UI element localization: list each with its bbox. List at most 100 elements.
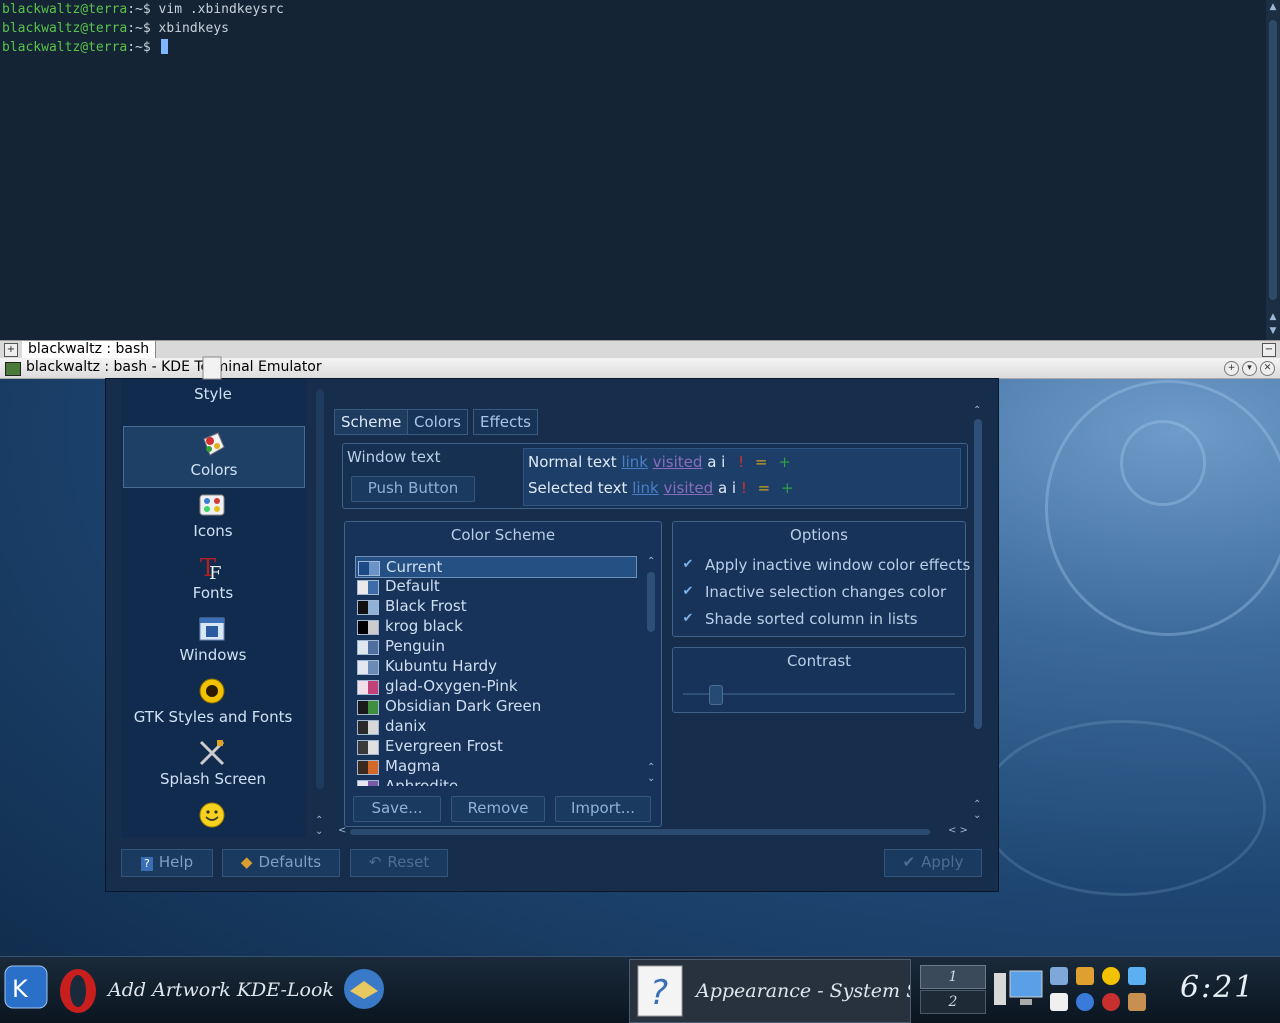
- main-horizontal-scrollbar[interactable]: [350, 829, 930, 835]
- preview-panel: Window text Push Button Normal text link…: [342, 443, 968, 509]
- import-button[interactable]: Import...: [555, 796, 651, 822]
- sidebar-item-icons[interactable]: Icons: [123, 488, 303, 548]
- color-scheme-group: Color Scheme Current Default Black Frost kr…: [344, 521, 662, 827]
- scroll-up-icon[interactable]: ▲: [1266, 312, 1280, 322]
- scroll-up-icon[interactable]: ▲: [1266, 2, 1280, 12]
- clipboard-icon[interactable]: [1050, 993, 1068, 1011]
- close-tab-icon[interactable]: −: [1262, 343, 1276, 357]
- scheme-list-scrollbar[interactable]: [647, 572, 655, 632]
- scheme-preview-icon: [358, 561, 380, 576]
- color-scheme-item[interactable]: Current: [355, 556, 637, 578]
- terminal-scrollbar[interactable]: ▲ ▲ ▼: [1266, 0, 1280, 340]
- volume-icon[interactable]: [1050, 967, 1068, 985]
- scheme-preview-icon: [357, 660, 379, 675]
- maximize-icon[interactable]: +: [1224, 361, 1239, 376]
- scheme-name: Magma: [385, 757, 441, 775]
- color-scheme-item[interactable]: danix: [355, 716, 635, 736]
- color-scheme-item[interactable]: Kubuntu Hardy: [355, 656, 635, 676]
- options-title: Options: [790, 526, 848, 544]
- color-scheme-list[interactable]: Current Default Black Frost krog black Pengu…: [345, 556, 645, 786]
- color-scheme-item[interactable]: Black Frost: [355, 596, 635, 616]
- color-scheme-item[interactable]: Evergreen Frost: [355, 736, 635, 756]
- sidebar-item-style[interactable]: Style: [123, 351, 303, 411]
- package-icon[interactable]: [1128, 993, 1146, 1011]
- alarm-icon[interactable]: [1102, 967, 1120, 985]
- globe-icon[interactable]: [1076, 993, 1094, 1011]
- color-settings-panel: Scheme Colors Effects Window text Push B…: [320, 379, 984, 837]
- scroll-up-icon[interactable]: ⌃: [973, 405, 981, 416]
- close-icon[interactable]: ✕: [1260, 361, 1275, 376]
- sidebar-item-label: Fonts: [192, 584, 234, 602]
- terminal-app-icon[interactable]: [5, 362, 21, 376]
- color-scheme-item[interactable]: Default: [355, 576, 635, 596]
- reset-button[interactable]: ↶ Reset: [350, 849, 448, 877]
- sidebar-item-windows[interactable]: Windows: [123, 612, 303, 672]
- positive-sample: +: [781, 479, 794, 497]
- wallpaper-swirl: [980, 720, 1266, 896]
- sidebar-item-label: Icons: [193, 522, 233, 540]
- terminal-line: blackwaltz@terra:~$ vim .xbindkeysrc: [2, 0, 284, 19]
- color-scheme-item[interactable]: Aphrodite: [355, 776, 635, 786]
- terminal-window[interactable]: blackwaltz@terra:~$ vim .xbindkeysrc bla…: [0, 0, 1280, 358]
- command-text: :~$ vim .xbindkeysrc: [127, 2, 284, 17]
- color-scheme-item[interactable]: Penguin: [355, 636, 635, 656]
- scroll-arrows-icon[interactable]: ⌃ ⌄: [647, 762, 655, 784]
- tab-scheme[interactable]: Scheme: [334, 409, 409, 435]
- tab-colors[interactable]: Colors: [407, 409, 468, 435]
- reset-icon: ↶: [368, 853, 382, 871]
- color-scheme-item[interactable]: glad-Oxygen-Pink: [355, 676, 635, 696]
- task-add-artwork[interactable]: Add Artwork KDE-Look.org: [52, 959, 334, 1021]
- sidebar-item-colors[interactable]: Colors: [123, 426, 305, 488]
- contrast-slider-track[interactable]: [683, 693, 955, 695]
- kde-menu-icon[interactable]: K: [4, 965, 48, 1009]
- terminal-output[interactable]: blackwaltz@terra:~$ vim .xbindkeysrc bla…: [2, 0, 284, 57]
- network-icon[interactable]: [1128, 967, 1146, 985]
- push-button-sample[interactable]: Push Button: [351, 476, 475, 502]
- wallpaper-swirl: [1045, 380, 1280, 636]
- sidebar-item-splash-screen[interactable]: Splash Screen: [123, 736, 303, 796]
- task-appearance-settings[interactable]: ? Appearance - System Settings: [629, 959, 911, 1023]
- color-scheme-item[interactable]: krog black: [355, 616, 635, 636]
- color-scheme-item[interactable]: Obsidian Dark Green: [355, 696, 635, 716]
- scheme-name: glad-Oxygen-Pink: [385, 677, 518, 695]
- negative-sample: !: [738, 453, 745, 471]
- prompt-user: blackwaltz@terra: [2, 2, 128, 17]
- scrollbar-thumb[interactable]: [1269, 20, 1277, 300]
- color-scheme-item[interactable]: Magma: [355, 756, 635, 776]
- sidebar-item-fonts[interactable]: TF Fonts: [123, 550, 303, 610]
- new-tab-icon[interactable]: +: [4, 343, 18, 357]
- notes-icon[interactable]: [1076, 967, 1094, 985]
- help-button[interactable]: ? Help: [121, 849, 213, 877]
- save-button[interactable]: Save...: [353, 796, 441, 822]
- prompt-user: blackwaltz@terra: [2, 21, 128, 36]
- task-label: Add Artwork KDE-Look.org: [108, 979, 334, 1001]
- opera-icon: [60, 969, 96, 1013]
- pager-desktop-1[interactable]: 1: [920, 965, 986, 989]
- sidebar-item-gtk[interactable]: GTK Styles and Fonts: [123, 674, 303, 734]
- update-icon[interactable]: [1102, 993, 1120, 1011]
- minimize-icon[interactable]: ▾: [1242, 361, 1257, 376]
- scroll-down-icon[interactable]: ▼: [1266, 326, 1280, 336]
- scroll-arrows-icon[interactable]: ⌃ ⌄: [973, 799, 981, 821]
- contrast-slider-handle[interactable]: [709, 685, 723, 705]
- defaults-button[interactable]: ◆ Defaults: [222, 849, 340, 877]
- pager-desktop-2[interactable]: 2: [920, 990, 986, 1014]
- apply-button[interactable]: ✔ Apply: [884, 849, 982, 877]
- scroll-arrows-icon[interactable]: < >: [948, 825, 968, 836]
- scroll-left-icon[interactable]: <: [338, 825, 346, 836]
- taskbar: K Add Artwork KDE-Look.org ? Appearance …: [0, 956, 1280, 1023]
- scheme-name: Default: [385, 577, 440, 595]
- scheme-name: Aphrodite: [385, 777, 459, 786]
- text-sample: a i: [707, 453, 726, 471]
- sidebar-item-emoticons[interactable]: [123, 798, 303, 834]
- checkmark-icon: ✔: [682, 557, 694, 572]
- remove-button[interactable]: Remove: [451, 796, 545, 822]
- main-vertical-scrollbar[interactable]: [974, 419, 982, 729]
- computer-icon[interactable]: [994, 969, 1044, 1009]
- tab-effects[interactable]: Effects: [473, 409, 538, 435]
- thunderbird-icon[interactable]: [340, 965, 388, 1013]
- clock[interactable]: 6:21: [1180, 970, 1255, 1005]
- neutral-sample: =: [757, 479, 771, 497]
- sidebar-item-label: GTK Styles and Fonts: [133, 708, 293, 726]
- scroll-up-icon[interactable]: ⌃: [647, 556, 655, 567]
